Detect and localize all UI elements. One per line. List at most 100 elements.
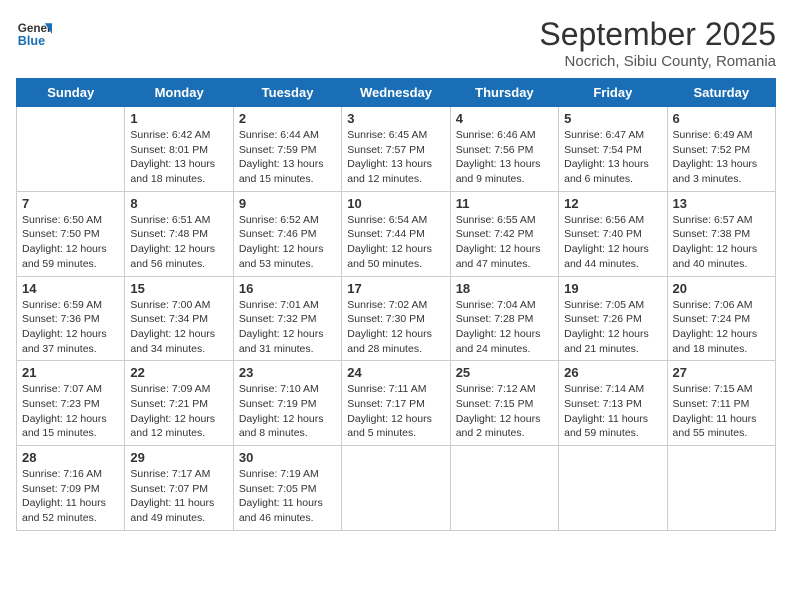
calendar-cell	[450, 446, 558, 531]
day-info: Sunrise: 7:12 AM Sunset: 7:15 PM Dayligh…	[456, 382, 553, 441]
calendar-cell: 3 Sunrise: 6:45 AM Sunset: 7:57 PM Daylig…	[342, 107, 450, 192]
day-info: Sunrise: 6:51 AM Sunset: 7:48 PM Dayligh…	[130, 213, 227, 272]
day-number: 7	[22, 196, 119, 211]
day-number: 3	[347, 111, 444, 126]
day-number: 30	[239, 450, 336, 465]
calendar-cell	[667, 446, 775, 531]
calendar-cell: 1 Sunrise: 6:42 AM Sunset: 8:01 PM Daylig…	[125, 107, 233, 192]
calendar-cell: 21Sunrise: 7:07 AM Sunset: 7:23 PM Dayli…	[17, 361, 125, 446]
logo-icon: General Blue	[16, 16, 52, 52]
day-info: Sunrise: 7:00 AM Sunset: 7:34 PM Dayligh…	[130, 298, 227, 357]
calendar-cell: 2Sunrise: 6:44 AM Sunset: 7:59 PM Daylig…	[233, 107, 341, 192]
day-info: Sunrise: 6:42 AM Sunset: 8:01 PM Dayligh…	[130, 128, 227, 187]
day-number: 11	[456, 196, 553, 211]
day-number: 18	[456, 281, 553, 296]
week-row-2: 7Sunrise: 6:50 AM Sunset: 7:50 PM Daylig…	[17, 191, 776, 276]
location-subtitle: Nocrich, Sibiu County, Romania	[539, 53, 776, 70]
day-info: Sunrise: 7:05 AM Sunset: 7:26 PM Dayligh…	[564, 298, 661, 357]
calendar-cell: 8 Sunrise: 6:51 AM Sunset: 7:48 PM Daylig…	[125, 191, 233, 276]
day-info: Sunrise: 6:54 AM Sunset: 7:44 PM Dayligh…	[347, 213, 444, 272]
calendar-cell: 10 Sunrise: 6:54 AM Sunset: 7:44 PM Dayli…	[342, 191, 450, 276]
day-info: Sunrise: 6:49 AM Sunset: 7:52 PM Dayligh…	[673, 128, 770, 187]
day-info: Sunrise: 7:10 AM Sunset: 7:19 PM Dayligh…	[239, 382, 336, 441]
day-info: Sunrise: 7:09 AM Sunset: 7:21 PM Dayligh…	[130, 382, 227, 441]
week-row-1: 1 Sunrise: 6:42 AM Sunset: 8:01 PM Daylig…	[17, 107, 776, 192]
day-number: 17	[347, 281, 444, 296]
day-info: Sunrise: 6:57 AM Sunset: 7:38 PM Dayligh…	[673, 213, 770, 272]
day-number: 16	[239, 281, 336, 296]
day-header-wednesday: Wednesday	[342, 79, 450, 107]
day-header-thursday: Thursday	[450, 79, 558, 107]
calendar-cell: 24 Sunrise: 7:11 AM Sunset: 7:17 PM Dayli…	[342, 361, 450, 446]
day-header-tuesday: Tuesday	[233, 79, 341, 107]
day-number: 22	[130, 365, 227, 380]
day-info: Sunrise: 6:44 AM Sunset: 7:59 PM Dayligh…	[239, 128, 336, 187]
day-number: 27	[673, 365, 770, 380]
calendar-cell: 4Sunrise: 6:46 AM Sunset: 7:56 PM Daylig…	[450, 107, 558, 192]
day-number: 10	[347, 196, 444, 211]
day-info: Sunrise: 6:46 AM Sunset: 7:56 PM Dayligh…	[456, 128, 553, 187]
calendar-cell: 6 Sunrise: 6:49 AM Sunset: 7:52 PM Daylig…	[667, 107, 775, 192]
day-number: 26	[564, 365, 661, 380]
day-number: 15	[130, 281, 227, 296]
day-header-saturday: Saturday	[667, 79, 775, 107]
header: General Blue September 2025 Nocrich, Sib…	[16, 16, 776, 70]
day-number: 28	[22, 450, 119, 465]
day-number: 12	[564, 196, 661, 211]
day-number: 13	[673, 196, 770, 211]
calendar-cell: 22 Sunrise: 7:09 AM Sunset: 7:21 PM Dayli…	[125, 361, 233, 446]
day-info: Sunrise: 6:47 AM Sunset: 7:54 PM Dayligh…	[564, 128, 661, 187]
day-number: 6	[673, 111, 770, 126]
calendar-cell: 9 Sunrise: 6:52 AM Sunset: 7:46 PM Daylig…	[233, 191, 341, 276]
week-row-4: 21Sunrise: 7:07 AM Sunset: 7:23 PM Dayli…	[17, 361, 776, 446]
day-info: Sunrise: 6:59 AM Sunset: 7:36 PM Dayligh…	[22, 298, 119, 357]
day-info: Sunrise: 6:52 AM Sunset: 7:46 PM Dayligh…	[239, 213, 336, 272]
calendar-cell: 25 Sunrise: 7:12 AM Sunset: 7:15 PM Dayli…	[450, 361, 558, 446]
days-header-row: SundayMondayTuesdayWednesdayThursdayFrid…	[17, 79, 776, 107]
day-header-monday: Monday	[125, 79, 233, 107]
day-number: 9	[239, 196, 336, 211]
calendar-table: SundayMondayTuesdayWednesdayThursdayFrid…	[16, 78, 776, 531]
day-info: Sunrise: 7:11 AM Sunset: 7:17 PM Dayligh…	[347, 382, 444, 441]
day-info: Sunrise: 7:06 AM Sunset: 7:24 PM Dayligh…	[673, 298, 770, 357]
day-number: 23	[239, 365, 336, 380]
day-number: 14	[22, 281, 119, 296]
day-info: Sunrise: 6:56 AM Sunset: 7:40 PM Dayligh…	[564, 213, 661, 272]
day-number: 20	[673, 281, 770, 296]
calendar-cell: 23 Sunrise: 7:10 AM Sunset: 7:19 PM Dayli…	[233, 361, 341, 446]
week-row-3: 14 Sunrise: 6:59 AM Sunset: 7:36 PM Dayli…	[17, 276, 776, 361]
calendar-cell	[17, 107, 125, 192]
title-area: September 2025 Nocrich, Sibiu County, Ro…	[539, 16, 776, 70]
calendar-cell: 18 Sunrise: 7:04 AM Sunset: 7:28 PM Dayli…	[450, 276, 558, 361]
day-number: 19	[564, 281, 661, 296]
calendar-cell	[559, 446, 667, 531]
calendar-cell: 14 Sunrise: 6:59 AM Sunset: 7:36 PM Dayli…	[17, 276, 125, 361]
day-header-sunday: Sunday	[17, 79, 125, 107]
calendar-cell: 30 Sunrise: 7:19 AM Sunset: 7:05 PM Dayli…	[233, 446, 341, 531]
day-info: Sunrise: 7:14 AM Sunset: 7:13 PM Dayligh…	[564, 382, 661, 441]
calendar-cell: 7Sunrise: 6:50 AM Sunset: 7:50 PM Daylig…	[17, 191, 125, 276]
day-info: Sunrise: 7:02 AM Sunset: 7:30 PM Dayligh…	[347, 298, 444, 357]
day-number: 8	[130, 196, 227, 211]
calendar-cell: 5Sunrise: 6:47 AM Sunset: 7:54 PM Daylig…	[559, 107, 667, 192]
day-number: 25	[456, 365, 553, 380]
day-info: Sunrise: 7:19 AM Sunset: 7:05 PM Dayligh…	[239, 467, 336, 526]
day-header-friday: Friday	[559, 79, 667, 107]
day-info: Sunrise: 6:45 AM Sunset: 7:57 PM Dayligh…	[347, 128, 444, 187]
day-number: 29	[130, 450, 227, 465]
day-info: Sunrise: 7:01 AM Sunset: 7:32 PM Dayligh…	[239, 298, 336, 357]
calendar-cell: 19 Sunrise: 7:05 AM Sunset: 7:26 PM Dayli…	[559, 276, 667, 361]
svg-text:Blue: Blue	[18, 34, 45, 48]
day-info: Sunrise: 7:15 AM Sunset: 7:11 PM Dayligh…	[673, 382, 770, 441]
day-number: 24	[347, 365, 444, 380]
calendar-cell: 29Sunrise: 7:17 AM Sunset: 7:07 PM Dayli…	[125, 446, 233, 531]
month-title: September 2025	[539, 16, 776, 53]
day-number: 1	[130, 111, 227, 126]
calendar-cell: 27 Sunrise: 7:15 AM Sunset: 7:11 PM Dayli…	[667, 361, 775, 446]
day-info: Sunrise: 7:04 AM Sunset: 7:28 PM Dayligh…	[456, 298, 553, 357]
calendar-cell: 26 Sunrise: 7:14 AM Sunset: 7:13 PM Dayli…	[559, 361, 667, 446]
calendar-cell: 17 Sunrise: 7:02 AM Sunset: 7:30 PM Dayli…	[342, 276, 450, 361]
day-info: Sunrise: 7:16 AM Sunset: 7:09 PM Dayligh…	[22, 467, 119, 526]
calendar-cell: 15 Sunrise: 7:00 AM Sunset: 7:34 PM Dayli…	[125, 276, 233, 361]
week-row-5: 28 Sunrise: 7:16 AM Sunset: 7:09 PM Dayli…	[17, 446, 776, 531]
